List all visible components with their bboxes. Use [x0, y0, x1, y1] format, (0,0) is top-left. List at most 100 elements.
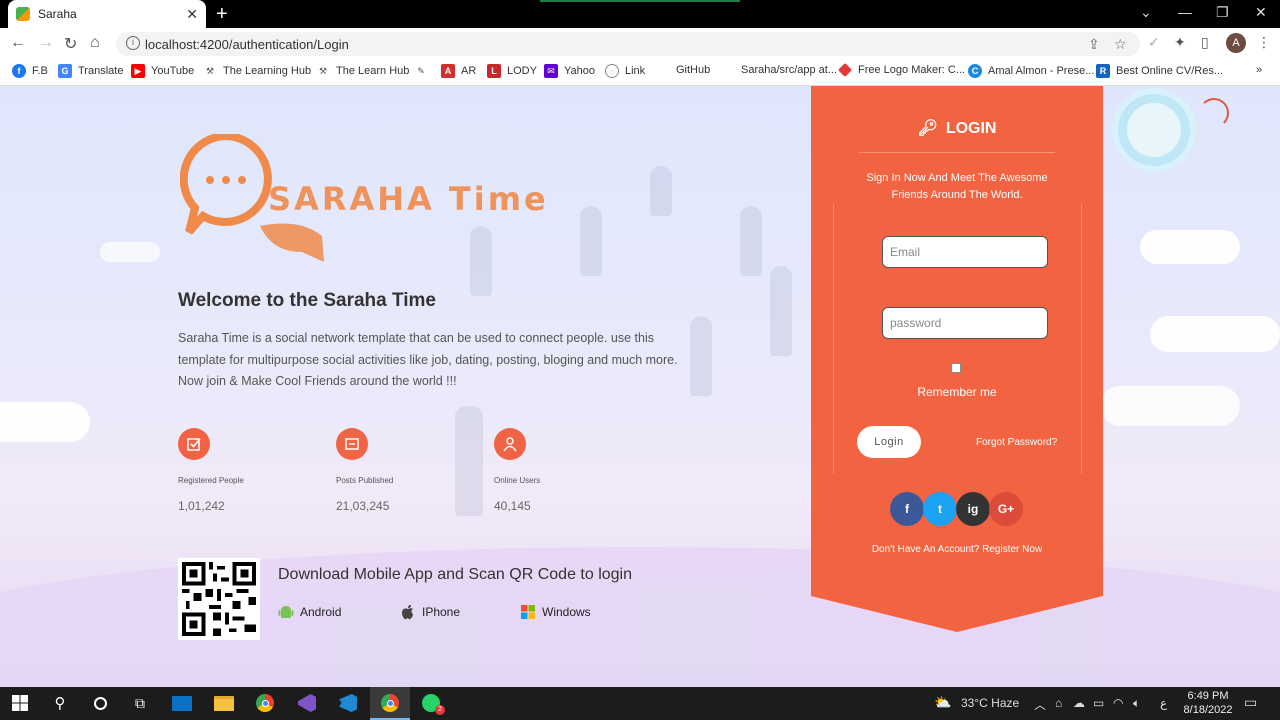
- browser-tab[interactable]: Saraha ✕: [8, 0, 206, 28]
- bookmark-label: YouTube: [151, 65, 195, 77]
- login-title: 🔑︎ LOGIN: [811, 118, 1103, 138]
- ar-icon: A: [441, 64, 455, 78]
- bookmark-label: GitHub: [676, 64, 711, 76]
- home-icon[interactable]: ⌂: [90, 34, 100, 52]
- iphone-label: IPhone: [422, 605, 461, 619]
- bookmark-label: Free Logo Maker: C...: [858, 64, 965, 76]
- android-icon: [278, 606, 294, 618]
- bookmark-translate[interactable]: G Translate: [58, 64, 123, 78]
- forward-icon[interactable]: →: [38, 34, 54, 52]
- bookmark-logo-maker[interactable]: Free Logo Maker: C...: [837, 62, 965, 78]
- people-silhouette: [580, 206, 602, 276]
- tab-strip-accent: [540, 0, 740, 2]
- bookmark-youtube[interactable]: ▶ YouTube: [131, 64, 194, 78]
- weather-text[interactable]: 33°C Haze: [961, 696, 1019, 710]
- download-windows[interactable]: Windows: [520, 604, 591, 620]
- chrome-active-icon[interactable]: [378, 692, 402, 714]
- address-bar[interactable]: i localhost:4200/authentication/Login ⇪ …: [116, 32, 1140, 56]
- welcome-description: Saraha Time is a social network template…: [178, 331, 678, 388]
- cloud-decoration: [100, 242, 160, 262]
- bookmark-cv[interactable]: R Best Online CV/Res...: [1096, 64, 1223, 78]
- mail-icon[interactable]: [170, 692, 194, 714]
- login-title-text: LOGIN: [945, 120, 997, 137]
- stat-label: Online Users: [494, 476, 541, 485]
- reload-icon[interactable]: ↻: [64, 34, 77, 54]
- clock[interactable]: 6:49 PM 8/18/2022: [1180, 689, 1236, 717]
- download-iphone[interactable]: IPhone: [400, 604, 460, 620]
- bookmark-label: The Learn Hub: [336, 65, 410, 77]
- facebook-icon[interactable]: f: [890, 492, 924, 526]
- qr-code: [178, 558, 260, 640]
- download-android[interactable]: Android: [278, 604, 341, 620]
- login-button[interactable]: Login: [857, 426, 921, 458]
- chrome-icon[interactable]: [253, 692, 277, 714]
- bookmark-fb[interactable]: f F.B: [12, 64, 48, 78]
- bookmark-pen[interactable]: ✎: [414, 64, 434, 78]
- logo-maker-icon: [837, 62, 853, 78]
- restore-icon[interactable]: ❐: [1216, 4, 1229, 21]
- bookmark-label: Yahoo: [564, 65, 595, 77]
- vscode-icon[interactable]: [336, 692, 360, 714]
- remember-me-checkbox[interactable]: [951, 363, 961, 373]
- people-silhouette: [770, 266, 792, 356]
- tray-chevron-icon[interactable]: ︿: [1034, 696, 1046, 713]
- share-icon[interactable]: ⇪: [1088, 36, 1100, 53]
- side-panel-icon[interactable]: ▯: [1201, 34, 1209, 51]
- more-bookmarks[interactable]: »: [1256, 64, 1262, 76]
- extensions-icon[interactable]: ✦: [1174, 34, 1186, 51]
- menu-icon[interactable]: ⋮: [1257, 34, 1271, 51]
- meet-now-icon[interactable]: ⌂: [1055, 696, 1062, 710]
- wifi-icon[interactable]: ◠: [1113, 696, 1123, 710]
- volume-icon[interactable]: 🔈︎: [1133, 696, 1140, 711]
- bookmark-ar[interactable]: A AR: [441, 64, 476, 78]
- onedrive-icon[interactable]: ☁: [1073, 696, 1085, 710]
- visual-studio-icon[interactable]: [295, 692, 319, 714]
- bookmark-yahoo[interactable]: ✉ Yahoo: [544, 64, 595, 78]
- cortana-icon[interactable]: [88, 692, 112, 714]
- file-explorer-icon[interactable]: [212, 692, 236, 714]
- twitter-icon[interactable]: t: [923, 492, 957, 526]
- bookmark-learning-hub[interactable]: ⚒ The Learning Hub: [203, 64, 311, 78]
- new-tab-icon[interactable]: +: [216, 4, 228, 24]
- google-plus-icon[interactable]: G+: [989, 492, 1023, 526]
- bookmark-learn-hub[interactable]: ⚒ The Learn Hub: [316, 64, 409, 78]
- task-view-icon[interactable]: ⧉: [128, 692, 152, 714]
- sun-decoration: [1112, 88, 1196, 172]
- instagram-icon[interactable]: ig: [956, 492, 990, 526]
- whatsapp-icon[interactable]: 2: [419, 692, 445, 715]
- notifications-icon[interactable]: ▭: [1244, 694, 1257, 711]
- weather-icon: ⛅: [934, 694, 952, 710]
- profile-avatar[interactable]: A: [1226, 33, 1246, 53]
- check-icon[interactable]: ✓: [1148, 34, 1160, 51]
- checkbox-icon: [178, 428, 210, 460]
- close-window-icon[interactable]: ✕: [1255, 4, 1267, 21]
- back-icon[interactable]: ←: [10, 34, 26, 52]
- bookmark-saraha-src[interactable]: Saraha/src/app at...: [741, 64, 837, 76]
- tab-search-icon[interactable]: ⌄: [1140, 4, 1152, 21]
- search-icon[interactable]: ⚲: [48, 692, 72, 714]
- register-link[interactable]: Don't Have An Account? Register Now: [811, 544, 1103, 555]
- battery-icon[interactable]: ▭: [1093, 696, 1104, 710]
- loading-spinner-icon: [1199, 98, 1229, 128]
- browser-tab-strip: Saraha ✕ + ⌄ — ❐ ✕: [0, 0, 1280, 28]
- close-tab-icon[interactable]: ✕: [186, 6, 198, 23]
- site-info-icon[interactable]: i: [126, 36, 140, 50]
- bookmark-github[interactable]: GitHub: [676, 64, 710, 76]
- user-icon: [494, 428, 526, 460]
- windows-start-icon[interactable]: [8, 692, 32, 714]
- url-text[interactable]: localhost:4200/authentication/Login: [145, 37, 349, 52]
- stat-posts-published: Posts Published 21,03,245: [336, 428, 486, 513]
- stat-value: 1,01,242: [178, 499, 225, 513]
- email-field[interactable]: [882, 236, 1048, 268]
- bookmark-link[interactable]: ◌ Link: [605, 64, 645, 78]
- language-indicator[interactable]: ع: [1160, 696, 1167, 710]
- minimize-icon[interactable]: —: [1178, 4, 1192, 20]
- bookmark-lody[interactable]: L LODY: [487, 64, 537, 78]
- password-field[interactable]: [882, 307, 1048, 339]
- forgot-password-link[interactable]: Forgot Password?: [976, 437, 1057, 448]
- key-icon: 🔑︎: [917, 120, 938, 137]
- bookmark-amal[interactable]: C Amal Almon - Prese...: [968, 64, 1094, 78]
- facebook-icon: f: [12, 64, 26, 78]
- bookmark-label: Amal Almon - Prese...: [988, 65, 1095, 77]
- bookmark-star-icon[interactable]: ☆: [1114, 36, 1127, 53]
